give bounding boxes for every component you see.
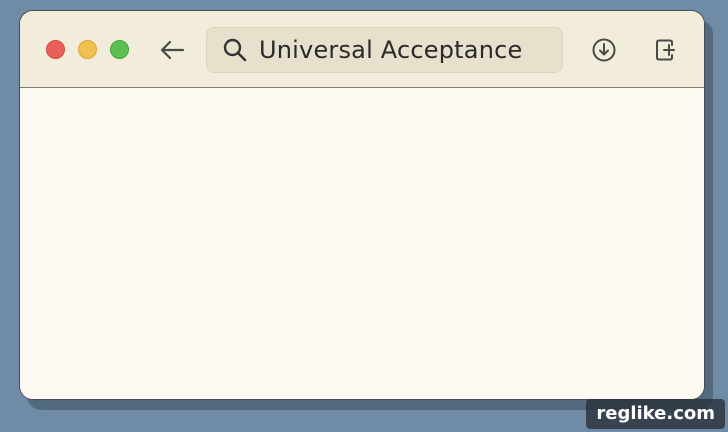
zoom-window-button[interactable] [110, 40, 129, 59]
browser-window: Universal Acceptance [19, 10, 705, 400]
address-text: Universal Acceptance [259, 36, 523, 64]
watermark: reglike.com [586, 399, 725, 429]
arrow-left-icon [160, 40, 185, 60]
close-window-button[interactable] [46, 40, 65, 59]
download-button[interactable] [589, 35, 619, 65]
search-icon [221, 36, 249, 64]
download-circle-icon [592, 38, 616, 62]
address-bar[interactable]: Universal Acceptance [206, 27, 563, 73]
new-tab-button[interactable] [650, 35, 680, 65]
minimize-window-button[interactable] [78, 40, 97, 59]
back-button[interactable] [157, 35, 187, 65]
browser-toolbar: Universal Acceptance [20, 11, 704, 88]
page-content-area [20, 88, 704, 399]
new-tab-icon [656, 39, 675, 61]
